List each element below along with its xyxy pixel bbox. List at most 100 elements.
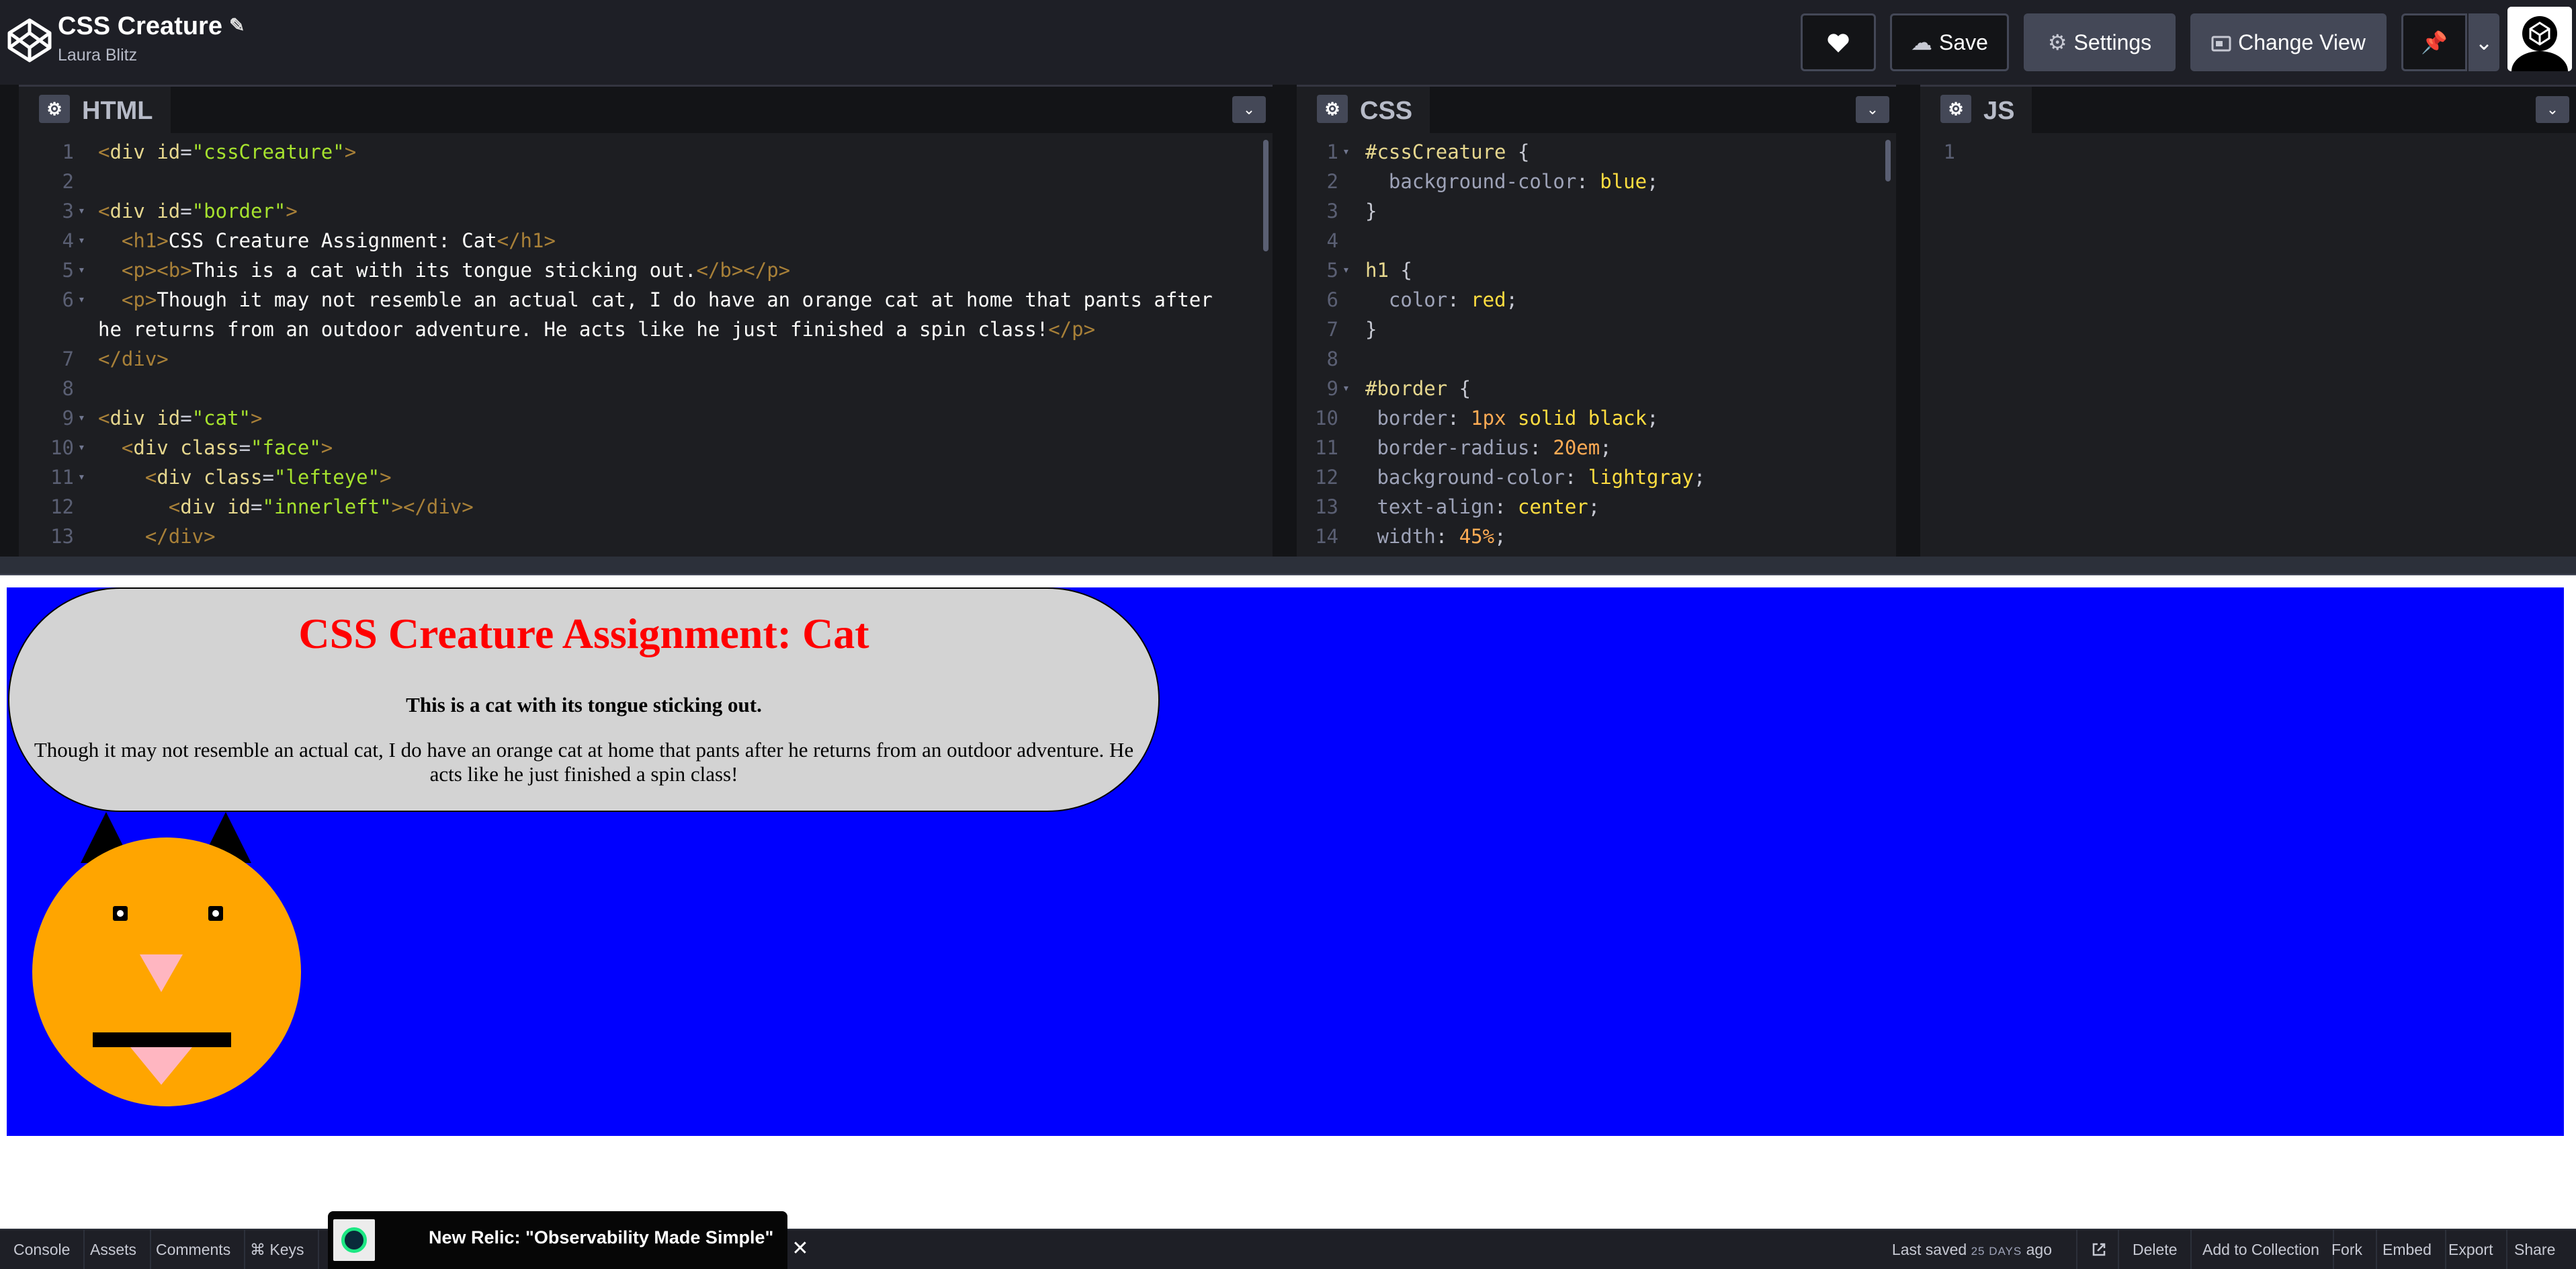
line-number: 11 — [1315, 436, 1338, 459]
fold-arrow-icon[interactable]: ▾ — [1342, 137, 1350, 167]
fold-arrow-icon[interactable]: ▾ — [1342, 255, 1350, 285]
chevron-down-icon: ⌄ — [2475, 30, 2493, 54]
pencil-icon[interactable]: ✎ — [229, 9, 245, 42]
code-line: 6 ▾ <p>Though it may not resemble an actu… — [19, 285, 1273, 344]
fold-arrow-icon[interactable]: ▾ — [78, 226, 85, 255]
pin-dropdown-button[interactable]: ⌄ — [2467, 13, 2499, 71]
css-editor-menu-button[interactable]: ⌄ — [1856, 96, 1889, 123]
html-editor-tab: ⚙ HTML — [19, 87, 171, 135]
code-line: 9 ▾ #border { — [1297, 374, 1896, 403]
fold-arrow-icon[interactable]: ▾ — [78, 462, 85, 492]
code-line: 7} — [1297, 315, 1896, 344]
code-text: background-color: blue; — [1388, 170, 1659, 193]
css-editor-label: CSS — [1360, 97, 1413, 125]
editor-resize-handle[interactable] — [0, 557, 2576, 575]
css-editor: ⚙ CSS ⌄ 1 ▾ #cssCreature { 2 background-col… — [1297, 85, 1896, 557]
code-line: 10 ▾ <div class="face"> — [19, 433, 1273, 462]
line-number: 2 — [1326, 170, 1338, 193]
pen-author[interactable]: Laura Blitz — [58, 44, 137, 66]
fold-arrow-icon[interactable]: ▾ — [78, 196, 85, 226]
code-line: 4 ▾ <h1>CSS Creature Assignment: Cat</h1> — [19, 226, 1273, 255]
ad-text: New Relic: "Observability Made Simple" — [429, 1227, 774, 1247]
code-line: 2 background-color: blue; — [1297, 167, 1896, 196]
close-icon[interactable]: ✕ — [791, 1238, 809, 1260]
code-line: 9 ▾ <div id="cat"> — [19, 403, 1273, 433]
gear-icon[interactable]: ⚙ — [1940, 95, 1971, 123]
cat-nose — [140, 954, 183, 992]
export-button[interactable]: Export — [2435, 1230, 2508, 1269]
gear-icon[interactable]: ⚙ — [39, 95, 70, 123]
js-editor-header: ⚙ JS ⌄ — [1920, 85, 2576, 135]
chevron-down-icon: ⌄ — [1866, 101, 1879, 118]
code-line: 2 — [19, 167, 1273, 196]
last-saved-status: Last saved 25 DAYS ago — [1892, 1230, 2052, 1269]
css-editor-scrollbar[interactable] — [1885, 140, 1891, 181]
css-editor-header: ⚙ CSS ⌄ — [1297, 85, 1896, 135]
fold-arrow-icon[interactable]: ▾ — [1342, 374, 1350, 403]
css-code-area[interactable]: 1 ▾ #cssCreature { 2 background-color: blu… — [1297, 133, 1896, 557]
line-number: 1 — [1326, 140, 1338, 163]
editor-panes: ⚙ HTML ⌄ 1 <div id="cssCreature"> 2 3 ▾ <div… — [0, 85, 2576, 557]
change-view-button[interactable]: Change View — [2190, 13, 2387, 71]
line-number: 12 — [1315, 466, 1338, 489]
fold-arrow-icon[interactable]: ▾ — [78, 433, 85, 462]
line-number: 13 — [1315, 495, 1338, 518]
code-line: 11 border-radius: 20em; — [1297, 433, 1896, 462]
html-editor: ⚙ HTML ⌄ 1 <div id="cssCreature"> 2 3 ▾ <div… — [19, 85, 1273, 557]
code-line: 10 border: 1px solid black; — [1297, 403, 1896, 433]
code-text: <p>Though it may not resemble an actual … — [98, 288, 1213, 341]
code-text: h1 { — [1365, 259, 1412, 282]
code-line: 8 — [19, 374, 1273, 403]
add-to-collection-button[interactable]: Add to Collection — [2189, 1230, 2334, 1269]
cat-right-eye — [208, 906, 223, 921]
code-line: 5 ▾ <p><b>This is a cat with its tongue s… — [19, 255, 1273, 285]
code-text: <div class="lefteye"> — [144, 466, 392, 489]
settings-button[interactable]: ⚙ Settings — [2024, 13, 2176, 71]
code-text: </div> — [98, 347, 169, 370]
change-view-label: Change View — [2238, 30, 2366, 54]
save-button[interactable]: ☁ Save — [1890, 13, 2009, 71]
fold-arrow-icon[interactable]: ▾ — [78, 255, 85, 285]
code-text: } — [1365, 200, 1377, 222]
avatar-icon — [2507, 7, 2572, 71]
codepen-logo-icon[interactable] — [5, 16, 54, 65]
code-text: <div id="innerleft"></div> — [168, 495, 474, 518]
fold-arrow-icon[interactable]: ▾ — [78, 285, 85, 315]
code-text: border-radius: 20em; — [1377, 436, 1612, 459]
delete-button[interactable]: Delete — [2119, 1230, 2192, 1269]
console-button[interactable]: Console — [0, 1230, 85, 1269]
html-code-area[interactable]: 1 <div id="cssCreature"> 2 3 ▾ <div id="bor… — [19, 133, 1273, 557]
share-button[interactable]: Share — [2501, 1230, 2569, 1269]
html-editor-scrollbar[interactable] — [1263, 140, 1269, 251]
gear-icon[interactable]: ⚙ — [1317, 95, 1348, 123]
pen-title[interactable]: CSS Creature ✎ — [58, 9, 245, 42]
js-editor-menu-button[interactable]: ⌄ — [2536, 96, 2569, 123]
js-editor: ⚙ JS ⌄ 1 — [1920, 85, 2576, 557]
line-number: 9 — [1326, 377, 1338, 400]
code-line: 6 color: red; — [1297, 285, 1896, 315]
avatar[interactable] — [2507, 7, 2572, 71]
code-line: 1 — [1920, 137, 2576, 167]
code-line: 11 ▾ <div class="lefteye"> — [19, 462, 1273, 492]
pin-button[interactable]: 📌 — [2401, 13, 2467, 71]
layout-icon — [2211, 13, 2231, 71]
js-code-area[interactable]: 1 — [1920, 133, 2576, 557]
open-external-button[interactable] — [2076, 1230, 2119, 1269]
line-number: 5 — [1326, 259, 1338, 282]
comments-button[interactable]: Comments — [142, 1230, 246, 1269]
assets-button[interactable]: Assets — [77, 1230, 152, 1269]
chevron-down-icon: ⌄ — [1242, 101, 1256, 118]
line-number: 3 — [1326, 200, 1338, 222]
line-number: 7 — [1326, 318, 1338, 341]
html-editor-menu-button[interactable]: ⌄ — [1232, 96, 1266, 123]
keys-button[interactable]: ⌘ Keys — [237, 1230, 319, 1269]
code-text: <div id="cat"> — [98, 407, 263, 429]
line-number: 4 — [62, 229, 74, 252]
js-editor-tab: ⚙ JS — [1920, 87, 2032, 135]
code-line: 1 ▾ #cssCreature { — [1297, 137, 1896, 167]
line-number: 14 — [1315, 525, 1338, 548]
fork-button[interactable]: Fork — [2318, 1230, 2377, 1269]
fold-arrow-icon[interactable]: ▾ — [78, 403, 85, 433]
like-button[interactable] — [1801, 13, 1876, 71]
ad-banner[interactable]: New Relic: "Observability Made Simple" — [328, 1211, 787, 1269]
